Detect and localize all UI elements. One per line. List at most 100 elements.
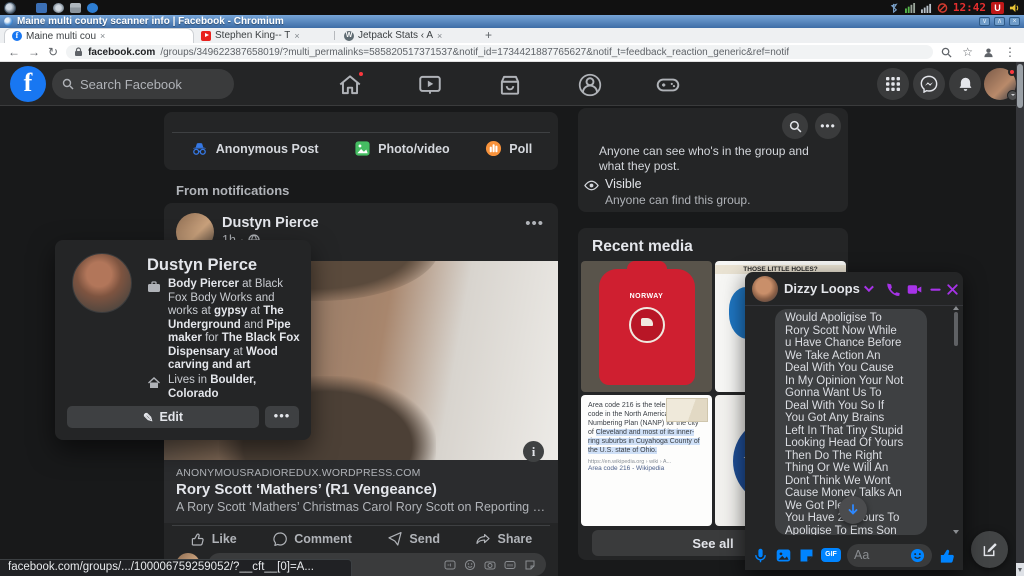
chat-scroll-thumb[interactable]	[954, 312, 958, 346]
chromium-app-icon[interactable]	[87, 3, 98, 13]
groups-tab[interactable]	[577, 72, 603, 98]
launcher-icon[interactable]	[4, 2, 16, 14]
browser-app-icon[interactable]	[53, 3, 64, 13]
volume-tray-icon[interactable]	[1009, 3, 1020, 13]
voice-clip-icon[interactable]	[752, 547, 769, 564]
reload-button[interactable]: ↻	[48, 46, 58, 58]
watch-tab[interactable]	[417, 72, 443, 98]
comment-button[interactable]: Comment	[272, 531, 352, 547]
scroll-to-bottom-button[interactable]	[839, 496, 867, 524]
chat-message-input[interactable]	[847, 544, 932, 567]
menu-button[interactable]	[877, 68, 909, 100]
thumbs-up-send-icon[interactable]	[938, 546, 957, 565]
app-icon-1[interactable]	[36, 3, 47, 13]
eye-icon	[584, 178, 599, 193]
windows-app-icon[interactable]	[70, 3, 81, 13]
group-options-button[interactable]: •••	[815, 113, 841, 139]
gif-badge-comment-icon[interactable]	[504, 559, 516, 571]
tab-close-icon[interactable]: ×	[437, 31, 442, 41]
address-bar[interactable]: facebook.com/groups/349622387658019/?mul…	[66, 45, 933, 59]
messenger-button[interactable]	[913, 68, 945, 100]
media-tile-area-code[interactable]: Area code 216 is the telephone area code…	[581, 395, 712, 526]
network-signal-icon[interactable]	[905, 3, 916, 13]
notifications-button[interactable]	[949, 68, 981, 100]
chat-input-bar: GIF	[745, 540, 963, 570]
arrow-down-icon	[846, 503, 860, 517]
minimize-chat-icon[interactable]	[927, 281, 944, 298]
anonymous-post-button[interactable]: Anonymous Post	[190, 141, 319, 156]
camera-comment-icon[interactable]	[484, 559, 496, 571]
facebook-logo[interactable]: f	[10, 66, 46, 102]
chat-scrollbar[interactable]	[953, 312, 959, 530]
like-button[interactable]: Like	[190, 531, 237, 547]
gif-comment-icon[interactable]	[444, 559, 456, 571]
browser-menu-icon[interactable]: ⋮	[1004, 45, 1016, 59]
new-message-button[interactable]	[971, 531, 1008, 568]
attach-photo-icon[interactable]	[775, 547, 792, 564]
sticker-comment-icon[interactable]	[524, 559, 536, 571]
share-button[interactable]: Share	[475, 531, 532, 547]
scrollbar-down-arrow[interactable]	[1016, 563, 1024, 576]
scroll-down-arrow[interactable]	[953, 530, 959, 534]
window-maximize-button[interactable]: ∧	[994, 17, 1005, 26]
post-author-name[interactable]: Dustyn Pierce	[222, 215, 319, 231]
emoji-comment-icon[interactable]	[464, 559, 476, 571]
facebook-search[interactable]	[52, 69, 234, 99]
signal-bars-icon[interactable]	[921, 3, 932, 13]
disconnected-icon[interactable]	[937, 3, 948, 13]
info-icon[interactable]: i	[523, 441, 544, 462]
hovercard-name[interactable]: Dustyn Pierce	[147, 256, 257, 275]
search-input[interactable]	[80, 77, 210, 92]
window-minimize-button[interactable]: ∨	[979, 17, 990, 26]
post-options-button[interactable]: •••	[525, 215, 544, 232]
chat-avatar[interactable]	[752, 276, 778, 302]
comment-icon	[272, 531, 288, 547]
new-tab-button[interactable]: +	[477, 29, 500, 43]
emoji-picker-icon[interactable]	[910, 548, 925, 563]
call-icon[interactable]	[884, 281, 901, 298]
chat-text-input[interactable]	[854, 548, 910, 562]
poll-button[interactable]: Poll	[485, 140, 532, 157]
home-notification-dot	[357, 70, 365, 78]
profile-toolbar-icon[interactable]	[983, 47, 994, 58]
tab-jetpack-stats[interactable]: W Jetpack Stats ‹ A ×	[337, 28, 477, 43]
back-button[interactable]: ←	[8, 46, 20, 58]
marketplace-tab[interactable]	[497, 72, 523, 98]
forward-button[interactable]: →	[28, 46, 40, 58]
profile-avatar[interactable]	[984, 68, 1016, 100]
profile-hovercard: Dustyn Pierce Body Piercer at Black Fox …	[55, 240, 311, 440]
power-tray-icon[interactable]: U	[991, 2, 1004, 14]
window-close-button[interactable]: ×	[1009, 17, 1020, 26]
send-button[interactable]: Send	[387, 531, 440, 547]
menu-grid-icon	[885, 76, 901, 92]
gif-icon[interactable]: GIF	[821, 548, 841, 562]
zoom-icon[interactable]	[941, 47, 952, 58]
page-scrollbar[interactable]	[1016, 62, 1024, 576]
gaming-tab[interactable]	[655, 72, 681, 98]
media-tile-hoodie[interactable]: NORWAY	[581, 261, 712, 392]
tab-stephen-king[interactable]: Stephen King-- T ×	[194, 28, 332, 43]
hovercard-options-button[interactable]: •••	[265, 406, 299, 428]
edit-profile-button[interactable]: ✎ Edit	[67, 406, 259, 428]
chat-name[interactable]: Dizzy Loops	[784, 281, 871, 296]
sticker-icon[interactable]	[798, 547, 815, 564]
tab-close-icon[interactable]: ×	[294, 31, 299, 41]
send-icon	[387, 531, 403, 547]
tab-facebook[interactable]: f Maine multi cou ×	[4, 28, 194, 43]
tab-close-icon[interactable]: ×	[100, 31, 105, 41]
url-domain: facebook.com	[88, 47, 155, 58]
tab-label: Maine multi cou	[26, 31, 96, 42]
bookmark-star-icon[interactable]: ☆	[962, 45, 973, 59]
close-chat-icon[interactable]	[944, 281, 961, 298]
chat-header[interactable]: Dizzy Loops	[745, 272, 963, 306]
hovercard-avatar[interactable]	[72, 253, 132, 313]
scroll-up-arrow[interactable]	[953, 306, 959, 310]
scrollbar-thumb[interactable]	[1017, 64, 1023, 108]
group-search-button[interactable]	[782, 113, 808, 139]
photo-video-button[interactable]: Photo/video	[354, 140, 450, 157]
bluetooth-tray-icon[interactable]	[889, 3, 900, 13]
link-preview[interactable]: ANONYMOUSRADIOREDUX.WORDPRESS.COM Rory S…	[164, 460, 558, 523]
map-thumbnail	[666, 398, 708, 422]
video-call-icon[interactable]	[906, 281, 923, 298]
home-tab[interactable]	[337, 72, 363, 98]
